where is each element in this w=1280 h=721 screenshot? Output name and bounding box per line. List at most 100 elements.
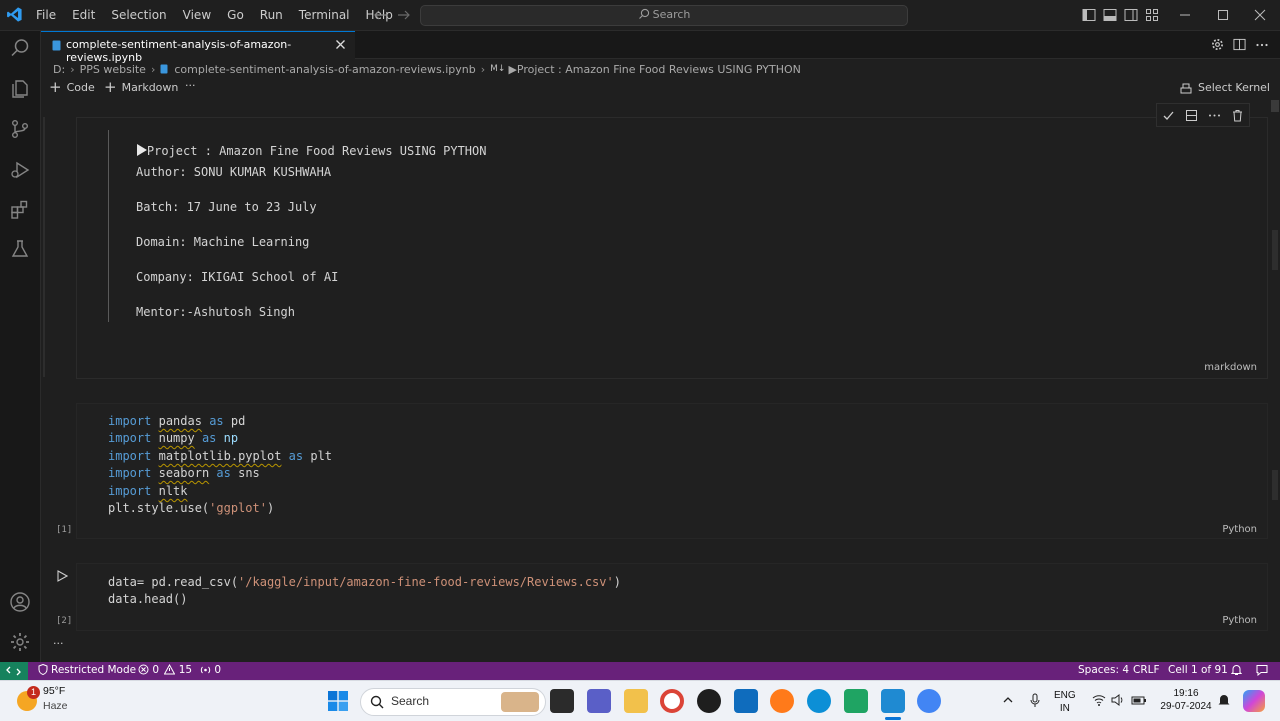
markdown-heading-text: Project : Amazon Fine Food Reviews USING… [146, 144, 487, 158]
add-markdown-cell-button[interactable]: + Markdown [104, 80, 179, 95]
indentation-status[interactable]: Spaces: 4 [1078, 664, 1129, 676]
breadcrumb-folder[interactable]: PPS website [80, 63, 146, 76]
code-cell-1[interactable]: import pandas as pd import numpy as np i… [76, 403, 1268, 539]
menu-selection[interactable]: Selection [103, 8, 174, 22]
kernel-icon [1180, 82, 1192, 94]
code-cell-2[interactable]: data= pd.read_csv('/kaggle/input/amazon-… [76, 563, 1268, 631]
scrollbar-thumb[interactable] [1271, 100, 1279, 112]
execution-count-2: [2] [56, 616, 73, 626]
markdown-cell[interactable]: Project : Amazon Fine Food Reviews USING… [76, 117, 1268, 379]
add-markdown-label: Markdown [121, 80, 179, 94]
maximize-icon[interactable] [1216, 8, 1230, 22]
close-tab-icon[interactable] [335, 39, 346, 50]
nav-back-icon[interactable] [372, 7, 388, 23]
code-line-1: import pandas as pd [108, 414, 246, 428]
collapse-triangle-icon[interactable] [136, 144, 147, 156]
scrollbar-track[interactable] [1270, 100, 1280, 660]
copilot-icon[interactable] [1243, 690, 1265, 712]
task-view-icon[interactable] [550, 689, 574, 713]
vscode-taskbar-icon[interactable] [881, 689, 905, 713]
menu-file[interactable]: File [28, 8, 64, 22]
toolbar-more-button[interactable]: ··· [185, 79, 196, 92]
explorer-search-icon[interactable] [9, 37, 31, 59]
input-language[interactable]: ENG IN [1054, 689, 1076, 715]
volume-icon[interactable] [1111, 694, 1125, 706]
add-code-label: Code [66, 80, 95, 94]
tab-notebook[interactable]: complete-sentiment-analysis-of-amazon-re… [41, 31, 355, 64]
toggle-primary-sidebar-icon[interactable] [1082, 8, 1096, 22]
more-cells-indicator[interactable]: ··· [53, 637, 64, 650]
toolbar-more-label: ··· [185, 79, 196, 92]
search-icon [370, 695, 384, 709]
more-icon[interactable] [1208, 109, 1221, 122]
breadcrumb-section[interactable]: ▶Project : Amazon Fine Food Reviews USIN… [508, 63, 800, 76]
taskbar-search-box[interactable]: Search [360, 688, 546, 716]
restricted-mode-status[interactable]: Restricted Mode [38, 664, 136, 676]
mail-icon[interactable] [734, 689, 758, 713]
close-window-icon[interactable] [1253, 8, 1267, 22]
clock[interactable]: 19:16 29-07-2024 [1156, 687, 1216, 713]
ports-radio-icon [200, 664, 211, 675]
wifi-icon[interactable] [1092, 694, 1106, 706]
minimize-icon[interactable] [1178, 8, 1192, 22]
run-debug-icon[interactable] [9, 159, 31, 181]
edge-icon[interactable] [807, 689, 831, 713]
notebook-file-icon [52, 40, 61, 51]
dell-icon[interactable] [697, 689, 721, 713]
menu-terminal[interactable]: Terminal [291, 8, 358, 22]
chrome-icon[interactable] [660, 689, 684, 713]
add-code-cell-button[interactable]: + Code [49, 80, 95, 95]
customize-layout-icon[interactable] [1145, 8, 1159, 22]
cell-language-label[interactable]: Python [1222, 524, 1257, 535]
firefox-icon[interactable] [770, 689, 794, 713]
chevron-right-icon: › [150, 62, 156, 76]
accounts-icon[interactable] [9, 591, 31, 613]
code-line-3: import matplotlib.pyplot as plt [108, 449, 333, 463]
notifications-bell-icon[interactable] [1231, 664, 1242, 676]
notebook-settings-gear-icon[interactable] [1211, 38, 1224, 51]
toggle-panel-icon[interactable] [1103, 8, 1117, 22]
feedback-icon[interactable] [1256, 664, 1268, 676]
cell-language-label[interactable]: Python [1222, 615, 1257, 626]
breadcrumb-file[interactable]: complete-sentiment-analysis-of-amazon-re… [174, 63, 475, 76]
eol-status[interactable]: CRLF [1133, 664, 1160, 676]
code-line-2: data.head() [108, 592, 188, 606]
menu-view[interactable]: View [175, 8, 219, 22]
testing-flask-icon[interactable] [9, 238, 31, 260]
run-cell-play-icon[interactable] [56, 570, 68, 582]
explorer-icon[interactable] [9, 78, 31, 100]
check-icon[interactable] [1162, 109, 1175, 122]
ports-status[interactable]: 0 [200, 664, 221, 676]
command-center-search[interactable]: Search [420, 5, 908, 26]
file-explorer-icon[interactable] [624, 689, 648, 713]
breadcrumb-drive[interactable]: D: [53, 63, 65, 76]
status-bar: Restricted Mode 0 15 0 Spaces: 4 CRLF Ce… [0, 662, 1280, 680]
source-control-icon[interactable] [9, 118, 31, 140]
select-kernel-button[interactable]: Select Kernel [1180, 81, 1270, 94]
teams-icon[interactable] [587, 689, 611, 713]
notification-center-icon[interactable] [1218, 693, 1230, 707]
nav-forward-icon[interactable] [396, 7, 412, 23]
photos-icon[interactable] [844, 689, 868, 713]
cell-language-label[interactable]: markdown [1204, 362, 1257, 373]
remote-indicator[interactable] [0, 662, 28, 680]
start-windows-icon[interactable] [328, 691, 348, 711]
menu-go[interactable]: Go [219, 8, 252, 22]
tray-overflow-chevron-icon[interactable] [1002, 695, 1014, 705]
cell-position-status[interactable]: Cell 1 of 91 [1168, 664, 1228, 676]
more-actions-icon[interactable] [1255, 38, 1269, 51]
delete-trash-icon[interactable] [1231, 109, 1244, 122]
menu-edit[interactable]: Edit [64, 8, 103, 22]
split-cell-icon[interactable] [1185, 109, 1198, 122]
battery-icon[interactable] [1131, 694, 1147, 706]
menu-run[interactable]: Run [252, 8, 291, 22]
cell-toolbar [1156, 103, 1250, 127]
microphone-icon[interactable] [1030, 693, 1040, 709]
manage-gear-icon[interactable] [9, 631, 31, 653]
toggle-secondary-sidebar-icon[interactable] [1124, 8, 1138, 22]
chrome-profile-icon[interactable] [917, 689, 941, 713]
problems-status[interactable]: 0 15 [138, 664, 192, 676]
overview-ruler [1272, 230, 1278, 270]
split-editor-icon[interactable] [1233, 38, 1246, 51]
extensions-icon[interactable] [9, 199, 31, 221]
